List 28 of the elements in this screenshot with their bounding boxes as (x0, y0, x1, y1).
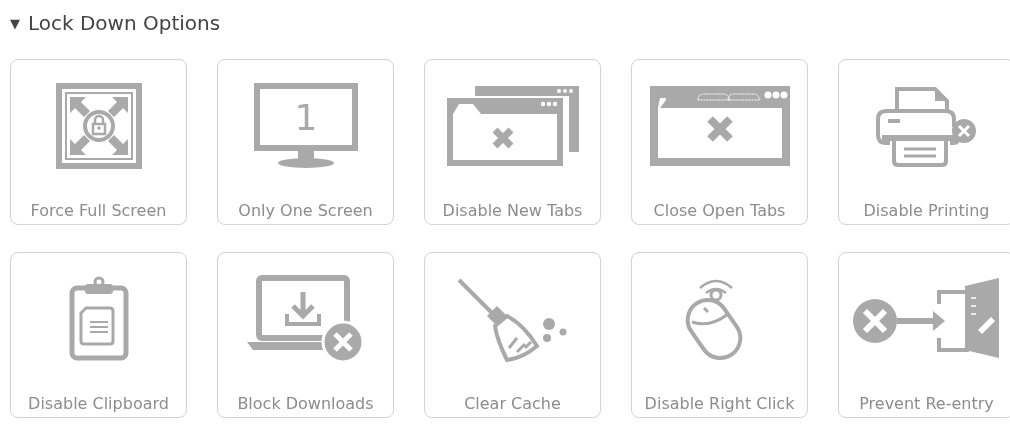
option-card[interactable]: Clear Cache (424, 252, 601, 418)
browser-windows-icon (444, 84, 581, 168)
option-label: Disable New Tabs (442, 201, 583, 220)
option-card[interactable]: Prevent Re-entry (838, 252, 1010, 418)
option-label: Disable Printing (863, 201, 990, 220)
option-card[interactable]: 1 Only One Screen (217, 59, 394, 225)
section-title: Lock Down Options (28, 11, 221, 35)
clipboard-icon (67, 276, 130, 362)
option-label: Block Downloads (237, 394, 374, 413)
option-label: Clear Cache (464, 394, 561, 413)
collapse-toggle[interactable]: ▼ (10, 15, 20, 31)
option-card[interactable]: Disable Right Click (631, 252, 808, 418)
screen-number: 1 (294, 97, 317, 138)
option-label: Close Open Tabs (653, 201, 786, 220)
option-card[interactable]: Block Downloads (217, 252, 394, 418)
option-card[interactable]: Disable Printing (838, 59, 1010, 225)
option-label: Only One Screen (238, 201, 373, 220)
option-card[interactable]: Force Full Screen (10, 59, 187, 225)
option-card[interactable]: Disable Clipboard (10, 252, 187, 418)
option-label: Disable Right Click (644, 394, 795, 413)
option-card[interactable]: Disable New Tabs (424, 59, 601, 225)
option-card[interactable]: Close Open Tabs (631, 59, 808, 225)
monitor-icon (253, 83, 358, 168)
fullscreen-lock-icon (55, 83, 142, 169)
browser-window-icon (647, 84, 792, 168)
option-label: Prevent Re-entry (859, 394, 994, 413)
option-label: Disable Clipboard (28, 394, 169, 413)
option-label: Force Full Screen (30, 201, 167, 220)
